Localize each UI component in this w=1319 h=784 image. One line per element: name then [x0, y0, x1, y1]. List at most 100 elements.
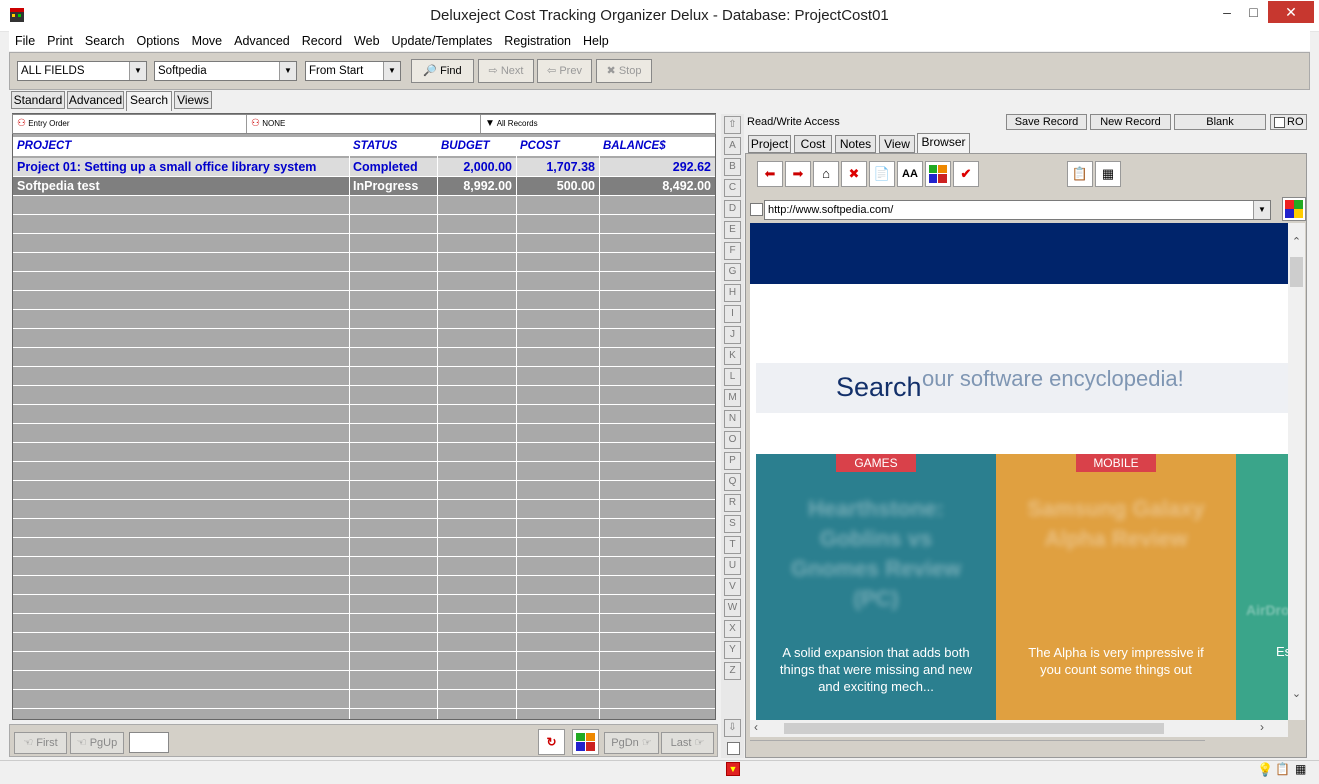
- refresh-icon[interactable]: ↻: [538, 729, 565, 755]
- prev-button[interactable]: ⇦ Prev: [537, 59, 592, 83]
- alpha-index-l[interactable]: L: [724, 368, 741, 386]
- alpha-index-y[interactable]: Y: [724, 641, 741, 659]
- alpha-index-i[interactable]: I: [724, 305, 741, 323]
- url-input[interactable]: http://www.softpedia.com/ ▼: [764, 200, 1271, 220]
- filter-button[interactable]: ⚇ NONE: [247, 115, 481, 133]
- alpha-index-x[interactable]: X: [724, 620, 741, 638]
- chevron-down-icon[interactable]: ▼: [129, 62, 146, 80]
- sort-order-button[interactable]: ⚇ Entry Order: [13, 115, 247, 133]
- last-button[interactable]: Last ☞: [661, 732, 714, 754]
- menu-options[interactable]: Options: [130, 31, 185, 51]
- pgup-button[interactable]: ☜ PgUp: [70, 732, 124, 754]
- pgdn-button[interactable]: PgDn ☞: [604, 732, 659, 754]
- maximize-button[interactable]: □: [1240, 1, 1267, 23]
- menu-move[interactable]: Move: [186, 31, 229, 51]
- tab-view[interactable]: View: [879, 135, 915, 153]
- tab-advanced[interactable]: Advanced: [67, 91, 124, 109]
- chevron-down-icon[interactable]: ▼: [279, 62, 296, 80]
- column-header-balance[interactable]: BALANCE$: [599, 137, 715, 156]
- read-only-toggle[interactable]: RO: [1270, 114, 1307, 130]
- alpha-index-f[interactable]: F: [724, 242, 741, 260]
- table-row[interactable]: Project 01: Setting up a small office li…: [13, 158, 715, 177]
- field-combo[interactable]: ALL FIELDS ▼: [17, 61, 147, 81]
- close-button[interactable]: ✕: [1268, 1, 1314, 23]
- column-header-pcost[interactable]: PCOST: [516, 137, 599, 156]
- color-grid-icon[interactable]: [572, 729, 599, 755]
- stop-button[interactable]: ✖ Stop: [596, 59, 652, 83]
- chevron-down-icon[interactable]: ⌄: [1288, 687, 1305, 700]
- records-button[interactable]: ▼ All Records: [481, 115, 715, 133]
- tab-cost[interactable]: Cost: [794, 135, 832, 153]
- scrollbar-thumb[interactable]: [1290, 257, 1303, 287]
- scroll-down-arrow-icon[interactable]: ⇩: [724, 719, 741, 737]
- alpha-index-c[interactable]: C: [724, 179, 741, 197]
- blank-button[interactable]: Blank: [1174, 114, 1266, 130]
- featured-card[interactable]: MOBILE Samsung Galaxy Alpha Review The A…: [996, 454, 1236, 720]
- web-page-view[interactable]: Search our software encyclopedia! GAMES …: [750, 223, 1288, 720]
- tab-notes[interactable]: Notes: [835, 135, 876, 153]
- column-header-status[interactable]: STATUS: [349, 137, 437, 156]
- tab-standard[interactable]: Standard: [11, 91, 65, 109]
- forward-arrow-icon[interactable]: ➡: [785, 161, 811, 187]
- menu-help[interactable]: Help: [577, 31, 615, 51]
- index-checkbox[interactable]: [727, 742, 740, 755]
- alpha-index-r[interactable]: R: [724, 494, 741, 512]
- find-button[interactable]: 🔎 Find: [411, 59, 474, 83]
- document-icon[interactable]: 📄: [869, 161, 895, 187]
- stop-icon[interactable]: ✖: [841, 161, 867, 187]
- next-button[interactable]: ⇨ Next: [478, 59, 534, 83]
- record-number-input[interactable]: [129, 732, 169, 753]
- url-checkbox[interactable]: [750, 203, 763, 216]
- import-icon[interactable]: 📋: [1067, 161, 1093, 187]
- menu-registration[interactable]: Registration: [498, 31, 577, 51]
- alpha-index-o[interactable]: O: [724, 431, 741, 449]
- read-only-checkbox[interactable]: [1274, 117, 1285, 128]
- column-header-project[interactable]: PROJECT: [13, 137, 349, 156]
- horizontal-scrollbar[interactable]: ‹ ›: [750, 720, 1288, 737]
- copy-icon[interactable]: 📋: [1275, 762, 1291, 778]
- alpha-index-n[interactable]: N: [724, 410, 741, 428]
- palette-icon[interactable]: [1282, 197, 1306, 221]
- checkmark-icon[interactable]: ✔: [953, 161, 979, 187]
- chevron-down-icon[interactable]: ▼: [1253, 201, 1270, 219]
- menu-search[interactable]: Search: [79, 31, 131, 51]
- alpha-index-b[interactable]: B: [724, 158, 741, 176]
- alpha-index-q[interactable]: Q: [724, 473, 741, 491]
- alpha-index-p[interactable]: P: [724, 452, 741, 470]
- menu-record[interactable]: Record: [296, 31, 348, 51]
- chevron-down-icon[interactable]: ▼: [383, 62, 400, 80]
- tab-browser[interactable]: Browser: [917, 133, 970, 153]
- alpha-index-h[interactable]: H: [724, 284, 741, 302]
- table-row[interactable]: Softpedia test InProgress 8,992.00 500.0…: [13, 177, 715, 196]
- featured-card[interactable]: AirDroid Es: [1236, 454, 1288, 720]
- scroll-up-arrow-icon[interactable]: ⇧: [724, 116, 741, 134]
- alpha-index-a[interactable]: A: [724, 137, 741, 155]
- column-header-budget[interactable]: BUDGET: [437, 137, 516, 156]
- alpha-index-w[interactable]: W: [724, 599, 741, 617]
- new-record-button[interactable]: New Record: [1090, 114, 1171, 130]
- search-input[interactable]: Softpedia ▼: [154, 61, 297, 81]
- color-grid-icon[interactable]: [925, 161, 951, 187]
- scrollbar-thumb[interactable]: [784, 723, 1164, 734]
- alpha-index-d[interactable]: D: [724, 200, 741, 218]
- table-view-icon[interactable]: ▦: [1095, 161, 1121, 187]
- alpha-index-s[interactable]: S: [724, 515, 741, 533]
- menu-advanced[interactable]: Advanced: [228, 31, 296, 51]
- alpha-index-t[interactable]: T: [724, 536, 741, 554]
- tab-views[interactable]: Views: [174, 91, 212, 109]
- alpha-index-v[interactable]: V: [724, 578, 741, 596]
- chevron-up-icon[interactable]: ⌃: [1288, 235, 1305, 248]
- alpha-index-z[interactable]: Z: [724, 662, 741, 680]
- chevron-left-icon[interactable]: ‹: [754, 720, 758, 734]
- alpha-index-e[interactable]: E: [724, 221, 741, 239]
- scope-combo[interactable]: From Start ▼: [305, 61, 401, 81]
- alpha-index-u[interactable]: U: [724, 557, 741, 575]
- back-arrow-icon[interactable]: ⬅: [757, 161, 783, 187]
- menu-file[interactable]: File: [9, 31, 41, 51]
- tab-search[interactable]: Search: [126, 91, 172, 111]
- alpha-index-m[interactable]: M: [724, 389, 741, 407]
- alpha-index-k[interactable]: K: [724, 347, 741, 365]
- chevron-right-icon[interactable]: ›: [1260, 720, 1264, 734]
- alpha-index-g[interactable]: G: [724, 263, 741, 281]
- lightbulb-icon[interactable]: 💡: [1257, 762, 1273, 778]
